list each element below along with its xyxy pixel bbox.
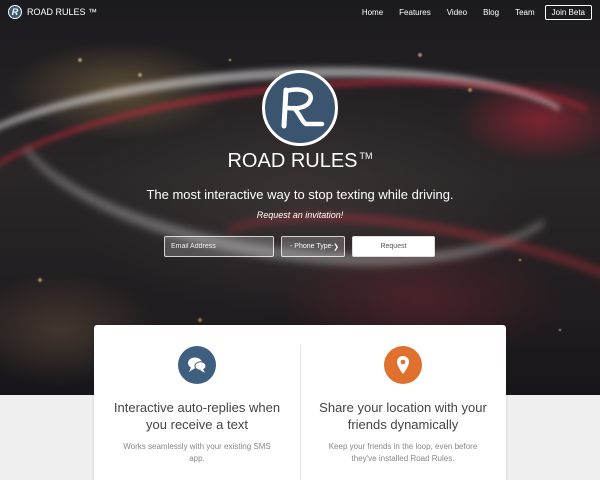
navbar: R ROAD RULES ™ Home Features Video Blog … xyxy=(0,0,600,24)
invite-text: Request an invitation! xyxy=(256,210,344,220)
feature-description: Keep your friends in the loop, even befo… xyxy=(328,442,478,463)
feature-description: Works seamlessly with your existing SMS … xyxy=(123,442,271,463)
phone-type-select[interactable]: - Phone Type- ❯ xyxy=(281,236,345,257)
hero-title: ROAD RULES TM xyxy=(0,150,600,173)
request-button[interactable]: Request xyxy=(352,236,435,257)
chat-bubbles-icon xyxy=(178,346,216,384)
nav-blog[interactable]: Blog xyxy=(475,8,507,17)
nav-video[interactable]: Video xyxy=(439,8,475,17)
brand-name: ROAD RULES ™ xyxy=(27,7,98,17)
hero-tagline: The most interactive way to stop texting… xyxy=(146,187,454,202)
join-beta-button[interactable]: Join Beta xyxy=(544,4,592,20)
trademark-mark: TM xyxy=(359,151,373,162)
nav-features[interactable]: Features xyxy=(391,8,439,17)
feature-share-location: Share your location with your friends dy… xyxy=(300,325,506,465)
feature-title: Share your location with your friends dy… xyxy=(319,400,487,432)
location-pin-icon xyxy=(384,346,422,384)
nav-home[interactable]: Home xyxy=(354,8,391,17)
logo-r-glyph xyxy=(281,87,325,129)
nav-menu: Home Features Video Blog Team Join Beta xyxy=(354,4,592,20)
chevron-down-icon: ❯ xyxy=(333,244,339,251)
phone-type-value: - Phone Type- xyxy=(290,243,334,250)
hero-title-text: ROAD RULES xyxy=(227,150,358,172)
brand[interactable]: R ROAD RULES ™ xyxy=(8,5,97,19)
brand-logo-icon: R xyxy=(8,5,22,19)
feature-auto-replies: Interactive auto-replies when you receiv… xyxy=(94,325,300,465)
email-input[interactable] xyxy=(164,236,274,257)
feature-title: Interactive auto-replies when you receiv… xyxy=(113,400,281,432)
nav-team[interactable]: Team xyxy=(507,8,543,17)
road-rules-logo-icon xyxy=(262,70,338,146)
features-card: Interactive auto-replies when you receiv… xyxy=(94,325,506,480)
